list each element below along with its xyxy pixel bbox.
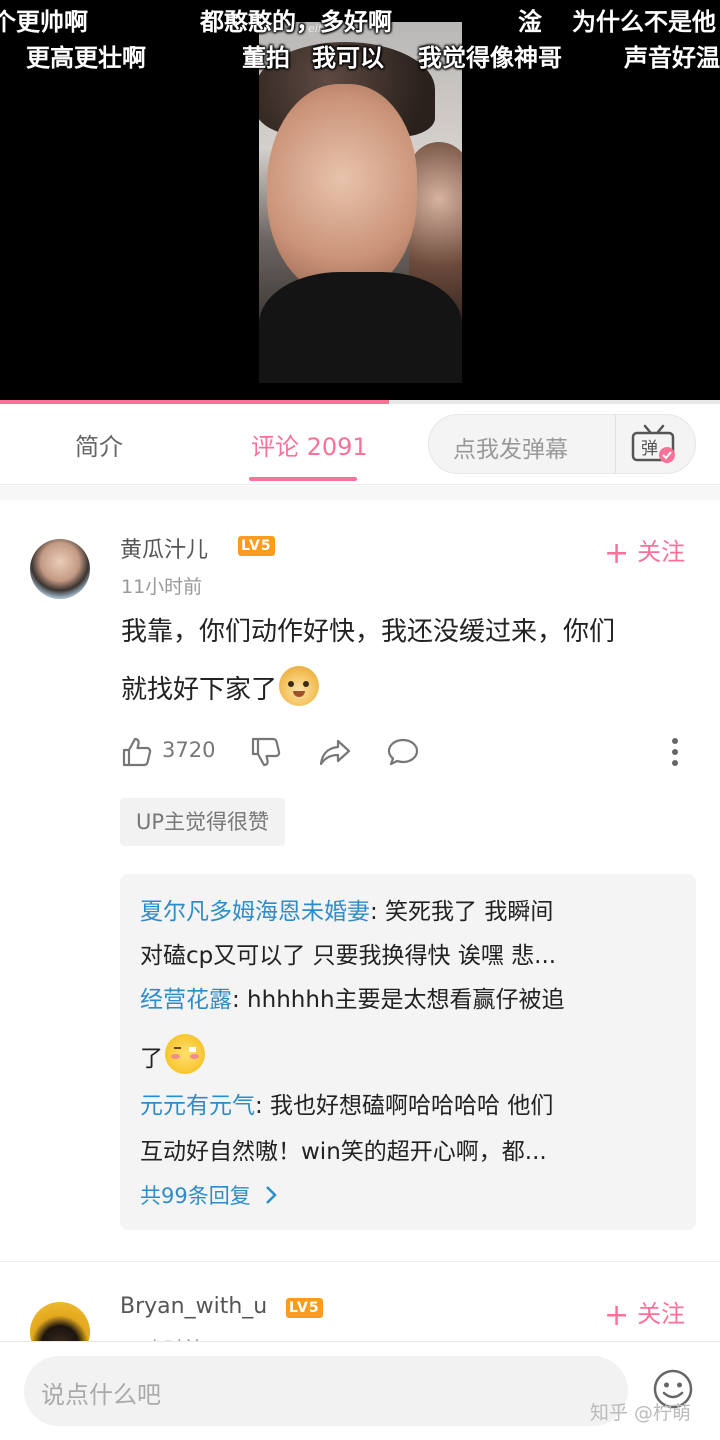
up-liked-badge: UP主觉得很赞 xyxy=(120,798,286,846)
plus-icon: + xyxy=(604,1298,630,1333)
share-icon[interactable] xyxy=(318,732,352,772)
reply-line: 元元有元气: 我也好想磕啊哈哈哈哈 他们 xyxy=(140,1093,554,1119)
comment-input[interactable]: 说点什么吧 xyxy=(24,1356,628,1426)
comment-actions: 3720 xyxy=(0,732,720,772)
like-count: 3720 xyxy=(162,738,216,762)
comment-username[interactable]: 黄瓜汁儿 xyxy=(120,532,208,564)
plus-icon: + xyxy=(604,536,630,571)
danmaku-text: 都憨憨的，多好啊 xyxy=(200,8,392,36)
reply-line: 夏尔凡多姆海恩未婚妻: 笑死我了 我瞬间 xyxy=(140,899,554,925)
tab-intro[interactable]: 简介 xyxy=(75,427,123,462)
danmaku-text: 个更帅啊 xyxy=(0,8,88,36)
send-danmaku-label: 点我发弹幕 xyxy=(453,437,568,463)
danmaku-text: 更高更壮啊 xyxy=(26,44,146,72)
video-player[interactable]: weibo 个更帅啊 都憨憨的，多好啊 淦 为什么不是他更高更壮啊 董拍 我可以 我觉得像神… xyxy=(0,0,720,404)
svg-text:弹: 弹 xyxy=(641,439,658,459)
video-frame: weibo xyxy=(259,22,462,383)
reply-line: 了 xyxy=(140,1034,680,1081)
reply-icon[interactable] xyxy=(386,732,420,772)
like-icon[interactable] xyxy=(121,732,153,772)
danmaku-text: 声音好温 xyxy=(624,44,720,72)
reply-username[interactable]: 经营花露 xyxy=(140,987,232,1013)
danmaku-text: 董拍 xyxy=(242,44,290,72)
danmaku-text: 我觉得像神哥 xyxy=(418,44,562,72)
chevron-right-icon xyxy=(266,1186,278,1204)
comment-item: Bryan_with_u LV5 +关注 11小时前 xyxy=(0,1262,720,1342)
progress-fill xyxy=(0,400,389,404)
tab-bar: 简介 评论 2091 点我发弹幕 弹 xyxy=(0,405,720,485)
danmaku-toggle-icon[interactable]: 弹 xyxy=(631,423,677,465)
progress-bar[interactable] xyxy=(0,400,720,404)
send-danmaku-button[interactable]: 点我发弹幕 弹 xyxy=(428,414,696,474)
tab-active-indicator xyxy=(249,477,357,481)
dislike-icon[interactable] xyxy=(250,732,282,772)
follow-button[interactable]: + 关注 xyxy=(604,532,685,571)
reply-line: 互动好自然嗷！win笑的超开心啊，都... xyxy=(140,1139,547,1165)
view-more-replies-link[interactable]: 共99条回复 xyxy=(140,1180,279,1210)
avatar[interactable] xyxy=(30,1302,90,1342)
danmaku-text: 我可以 xyxy=(312,44,384,72)
level-badge: LV5 xyxy=(238,536,275,556)
comment-username[interactable]: Bryan_with_u xyxy=(120,1294,267,1319)
reply-preview-box[interactable]: 夏尔凡多姆海恩未婚妻: 笑死我了 我瞬间 对磕cp又可以了 只要我换得快 诶嘿 … xyxy=(120,874,696,1230)
reply-username[interactable]: 元元有元气 xyxy=(140,1093,255,1119)
comment-text: 我靠，你们动作好快，我还没缓过来，你们 就找好下家了 xyxy=(121,617,616,706)
more-options-icon[interactable] xyxy=(665,732,685,772)
comment-item: 黄瓜汁儿 LV5 + 关注 11小时前 我靠，你们动作好快，我还没缓过来，你们 就… xyxy=(0,500,720,1260)
tab-comments[interactable]: 评论 2091 xyxy=(251,427,368,462)
avatar[interactable] xyxy=(30,539,90,599)
reply-username[interactable]: 夏尔凡多姆海恩未婚妻 xyxy=(140,899,370,925)
reply-line: 对磕cp又可以了 只要我换得快 诶嘿 悲... xyxy=(140,943,557,969)
level-badge: LV5 xyxy=(286,1298,323,1318)
follow-button[interactable]: + 关注 xyxy=(604,1294,685,1333)
comment-input-bar: 说点什么吧 知乎 @柠萌 xyxy=(0,1341,720,1440)
comment-input-placeholder: 说点什么吧 xyxy=(41,1381,161,1409)
reply-line: 经营花露: hhhhhh主要是太想看赢仔被追 xyxy=(140,987,565,1013)
danmaku-text: 为什么不是他 xyxy=(572,8,716,36)
zhihu-watermark: 知乎 @柠萌 xyxy=(590,1402,692,1424)
comment-time: 11小时前 xyxy=(121,576,203,598)
doge-emoji xyxy=(279,666,320,706)
danmaku-text: 淦 xyxy=(518,8,542,36)
shy-emoji xyxy=(165,1034,205,1074)
